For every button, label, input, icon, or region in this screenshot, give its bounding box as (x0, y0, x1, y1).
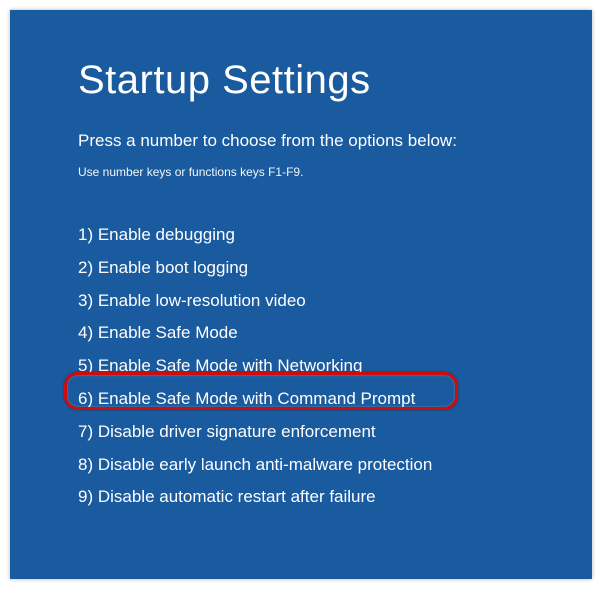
options-list: 1) Enable debugging 2) Enable boot loggi… (78, 223, 592, 509)
option-7-disable-driver-sig[interactable]: 7) Disable driver signature enforcement (78, 420, 592, 444)
hint-text: Use number keys or functions keys F1-F9. (78, 165, 592, 179)
option-9-disable-auto-restart[interactable]: 9) Disable automatic restart after failu… (78, 485, 592, 509)
option-4-safe-mode[interactable]: 4) Enable Safe Mode (78, 321, 592, 345)
startup-settings-screen: Startup Settings Press a number to choos… (10, 10, 592, 579)
option-2-boot-logging[interactable]: 2) Enable boot logging (78, 256, 592, 280)
page-title: Startup Settings (78, 58, 592, 103)
option-8-disable-antimalware[interactable]: 8) Disable early launch anti-malware pro… (78, 453, 592, 477)
option-5-safe-mode-networking[interactable]: 5) Enable Safe Mode with Networking (78, 354, 592, 378)
option-6-safe-mode-cmd[interactable]: 6) Enable Safe Mode with Command Prompt (78, 387, 592, 411)
option-3-low-resolution[interactable]: 3) Enable low-resolution video (78, 289, 592, 313)
option-1-debugging[interactable]: 1) Enable debugging (78, 223, 592, 247)
page-subtitle: Press a number to choose from the option… (78, 131, 592, 151)
